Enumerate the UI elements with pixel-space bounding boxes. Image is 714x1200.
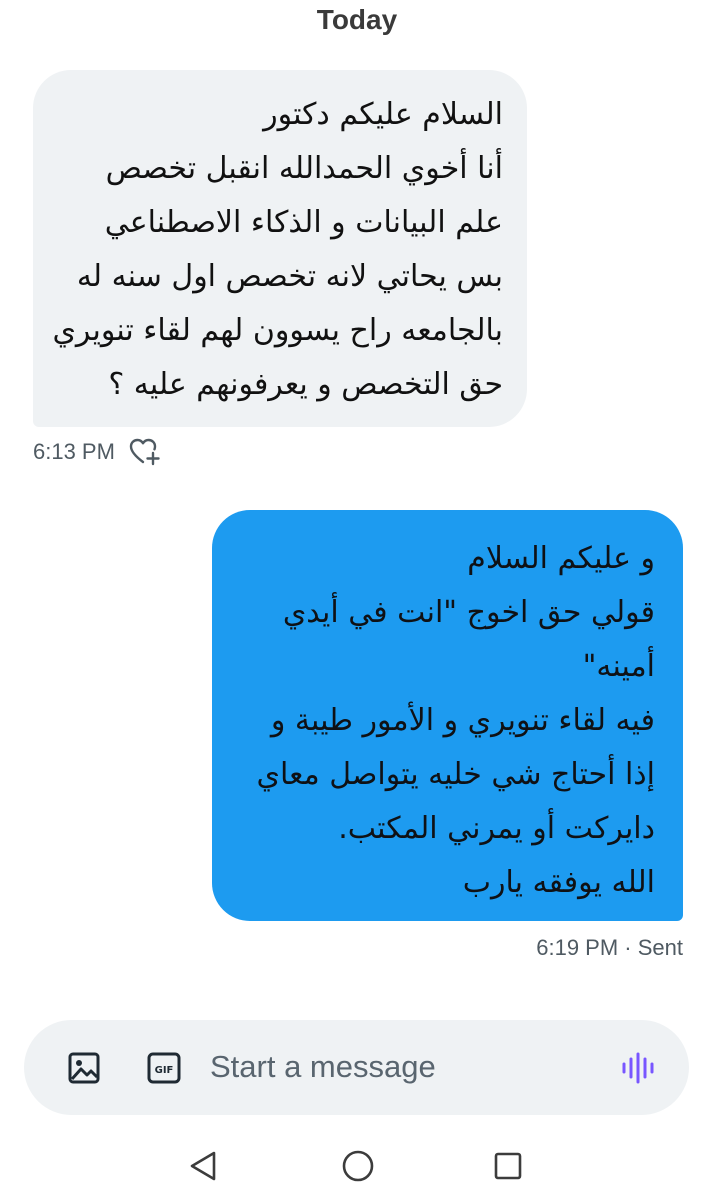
message-input[interactable]: [210, 1046, 590, 1088]
gif-icon[interactable]: GIF: [146, 1050, 182, 1086]
back-triangle-icon[interactable]: [184, 1146, 224, 1186]
heart-plus-icon[interactable]: [129, 438, 161, 466]
message-line: بالجامعه راح يسوون لهم لقاء تنويري: [52, 313, 503, 348]
message-line: بس يحاتي لانه تخصص اول سنه له: [76, 259, 503, 294]
message-line: إذا أحتاج شي خليه يتواصل معاي: [256, 757, 656, 792]
message-line: علم البيانات و الذكاء الاصطناعي: [104, 205, 503, 240]
image-icon[interactable]: [66, 1050, 102, 1086]
message-line: حق التخصص و يعرفونهم عليه ؟: [108, 367, 503, 402]
message-line: أمينه": [582, 649, 655, 684]
system-navigation-bar: [0, 1130, 714, 1200]
message-composer: GIF: [24, 1020, 689, 1115]
message-line: و عليكم السلام: [467, 541, 655, 576]
message-timestamp: 6:13 PM: [33, 439, 115, 464]
message-line: فيه لقاء تنويري و الأمور طيبة و: [270, 703, 655, 738]
message-line: قولي حق اخوج "انت في أيدي: [282, 595, 655, 630]
incoming-message-meta: 6:13 PM: [33, 438, 161, 466]
recents-square-icon[interactable]: [488, 1146, 528, 1186]
outgoing-message-status: 6:19 PM · Sent: [536, 935, 683, 960]
gif-icon-label: GIF: [155, 1065, 174, 1076]
message-line: الله يوفقه يارب: [462, 865, 655, 900]
voice-waveform-icon[interactable]: [620, 1050, 656, 1086]
home-circle-icon[interactable]: [338, 1146, 378, 1186]
dm-conversation-screen: Today السلام عليكم دكتور أنا أخوي الحمدا…: [0, 0, 714, 1200]
day-separator: Today: [316, 4, 398, 35]
message-line: السلام عليكم دكتور: [263, 97, 503, 132]
message-line: أنا أخوي الحمدالله انقبل تخصص: [105, 151, 503, 186]
message-line: دايركت أو يمرني المكتب.: [338, 811, 655, 846]
outgoing-message-bubble[interactable]: و عليكم السلام قولي حق اخوج "انت في أيدي…: [212, 510, 683, 921]
incoming-message-bubble[interactable]: السلام عليكم دكتور أنا أخوي الحمدالله ان…: [33, 70, 527, 427]
